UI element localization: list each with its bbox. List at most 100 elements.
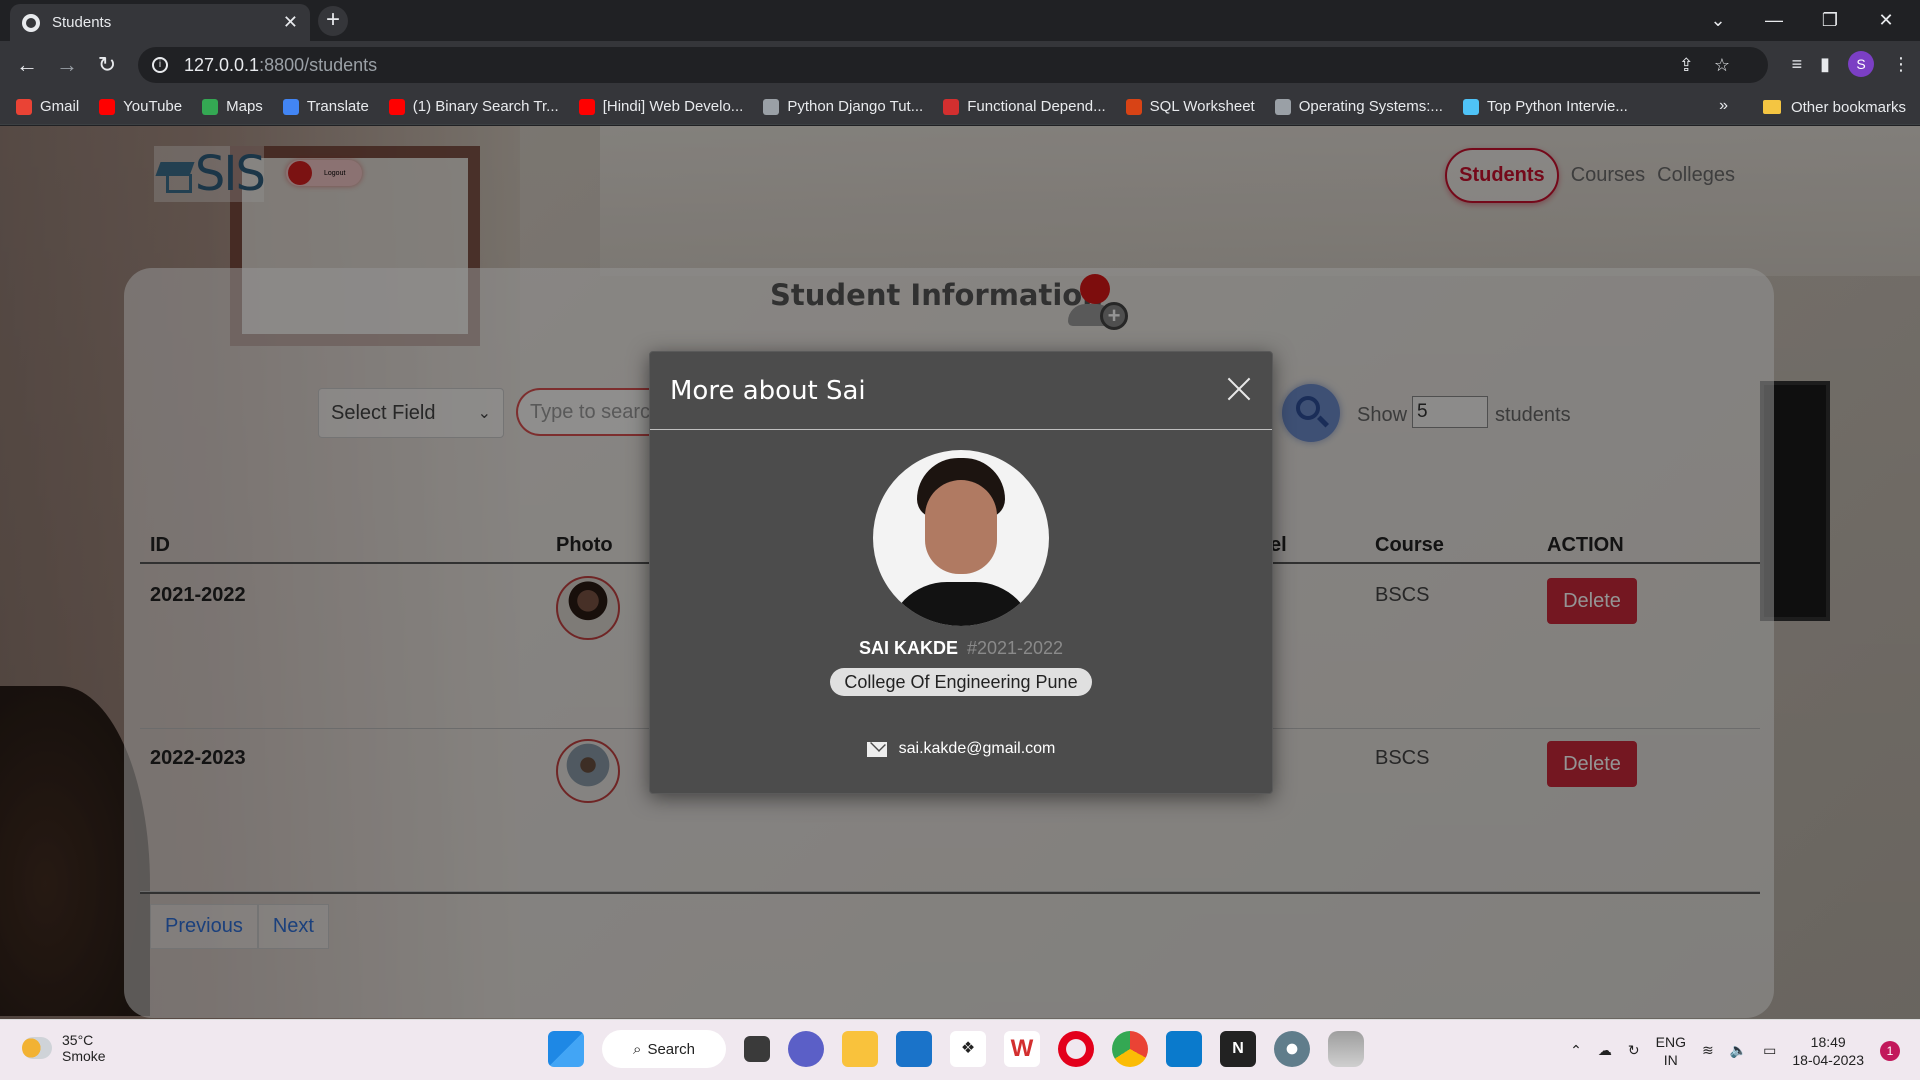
taskbar-apps: ⌕ Search ❖ W N [548, 1030, 1364, 1068]
weather-condition: Smoke [62, 1048, 106, 1064]
bookmark-label: Gmail [40, 98, 80, 115]
bookmark-favicon-icon [1274, 98, 1291, 115]
weather-widget[interactable]: 35°C Smoke [22, 1032, 106, 1064]
dropbox-icon[interactable]: ❖ [950, 1031, 986, 1067]
vscode-icon[interactable] [1166, 1031, 1202, 1067]
reload-button[interactable]: ↻ [93, 51, 121, 79]
wifi-icon[interactable]: ≋ [1702, 1042, 1714, 1059]
wps-office-icon[interactable]: W [1004, 1031, 1040, 1067]
bookmark-item[interactable]: Python Django Tut... [763, 98, 923, 115]
back-button[interactable]: ← [13, 51, 41, 79]
windows-taskbar: 35°C Smoke ⌕ Search ❖ W N ⌃ ☁ ↻ ENG IN ≋… [0, 1019, 1920, 1080]
web-page: SIS Logout Students Courses Colleges Stu… [0, 126, 1920, 1019]
bookmark-favicon-icon [943, 98, 960, 115]
bookmark-favicon-icon [16, 98, 32, 115]
onedrive-icon[interactable]: ☁ [1598, 1042, 1612, 1059]
clock-time: 18:49 [1810, 1033, 1846, 1050]
bookmark-label: YouTube [123, 98, 183, 115]
bookmark-label: Top Python Intervie... [1486, 98, 1628, 115]
tab-search-icon[interactable]: ⌄ [1690, 10, 1746, 31]
restore-button[interactable]: ❐ [1802, 10, 1858, 31]
side-panel-icon[interactable]: ▮ [1820, 54, 1830, 75]
address-bar[interactable]: i 127.0.0.1 :8800/students [138, 47, 1768, 83]
forward-button[interactable]: → [53, 51, 81, 79]
battery-icon[interactable]: ▭ [1763, 1042, 1776, 1059]
site-info-icon[interactable]: i [152, 57, 168, 73]
other-bookmarks-folder[interactable]: Other bookmarks [1762, 89, 1906, 125]
minimize-button[interactable]: — [1746, 10, 1802, 31]
microsoft-store-icon[interactable] [896, 1031, 932, 1067]
menu-icon[interactable]: ⋮ [1892, 54, 1910, 75]
bookmark-item[interactable]: [Hindi] Web Develo... [578, 98, 743, 115]
new-tab-button[interactable]: + [318, 6, 348, 36]
close-window-button[interactable]: ✕ [1858, 10, 1914, 31]
settings-gear-icon[interactable] [1274, 1031, 1310, 1067]
bookmark-label: Functional Depend... [967, 98, 1106, 115]
bookmark-item[interactable]: Gmail [16, 98, 79, 115]
bookmark-label: Maps [226, 98, 263, 115]
bookmark-label: SQL Worksheet [1149, 98, 1255, 115]
search-icon: ⌕ [633, 1040, 642, 1058]
folder-icon [1762, 100, 1781, 114]
share-icon[interactable]: ⇪ [1679, 55, 1694, 76]
bookmark-item[interactable]: Top Python Intervie... [1462, 98, 1628, 115]
task-view-icon[interactable] [744, 1036, 770, 1062]
window-controls: ⌄ — ❐ ✕ [1690, 0, 1914, 41]
url-path: :8800/students [259, 54, 378, 75]
globe-icon [22, 13, 40, 32]
bookmark-item[interactable]: Functional Depend... [943, 98, 1106, 115]
browser-toolbar: ← → ↻ i 127.0.0.1 :8800/students ⇪ ☆ ≡ ▮… [0, 41, 1920, 89]
avatar-shirt [887, 582, 1035, 626]
notification-badge[interactable]: 1 [1880, 1040, 1900, 1061]
lang-code: ENG [1655, 1033, 1686, 1050]
avatar-face [925, 480, 997, 574]
profile-avatar[interactable]: S [1848, 51, 1874, 77]
bookmark-favicon-icon [1462, 98, 1479, 115]
close-icon[interactable] [1224, 374, 1254, 404]
address-bar-actions: ⇪ ☆ [1679, 55, 1730, 76]
taskbar-search-label: Search [647, 1040, 695, 1058]
bookmark-item[interactable]: SQL Worksheet [1125, 98, 1255, 115]
file-explorer-icon[interactable] [842, 1031, 878, 1067]
bookmark-label: Translate [306, 98, 369, 115]
bookmark-item[interactable]: YouTube [99, 98, 182, 115]
bookmark-item[interactable]: Operating Systems:... [1274, 98, 1443, 115]
close-tab-icon[interactable]: ✕ [283, 12, 298, 33]
browser-tab-students[interactable]: Students ✕ [10, 4, 310, 41]
url-host: 127.0.0.1 [184, 54, 260, 75]
temperature: 35°C [62, 1032, 94, 1048]
bookmark-favicon-icon [99, 98, 116, 115]
student-email-line: sai.kakde@gmail.com [650, 740, 1272, 758]
mail-icon [866, 741, 887, 757]
chevron-up-icon[interactable]: ⌃ [1570, 1042, 1582, 1059]
region-code: IN [1663, 1051, 1678, 1068]
language-indicator[interactable]: ENG IN [1656, 1033, 1686, 1069]
college-badge: College Of Engineering Pune [830, 668, 1092, 696]
more-bookmarks-button[interactable]: » [1719, 97, 1728, 115]
clock[interactable]: 18:49 18-04-2023 [1792, 1033, 1864, 1069]
bookmark-star-icon[interactable]: ☆ [1714, 55, 1730, 76]
volume-icon[interactable]: 🔈 [1730, 1042, 1747, 1059]
bookmark-label: (1) Binary Search Tr... [412, 98, 559, 115]
database-icon[interactable] [1328, 1031, 1364, 1067]
bookmark-item[interactable]: Translate [282, 98, 369, 115]
taskbar-search[interactable]: ⌕ Search [602, 1030, 726, 1068]
student-detail-modal: More about Sai SAI KAKDE #2021-2022 Coll… [649, 351, 1273, 794]
student-email[interactable]: sai.kakde@gmail.com [899, 740, 1056, 758]
bookmark-item[interactable]: (1) Binary Search Tr... [388, 98, 559, 115]
student-name: SAI KAKDE [858, 638, 958, 658]
notion-icon[interactable]: N [1220, 1031, 1256, 1067]
opera-icon[interactable] [1058, 1031, 1094, 1067]
teams-chat-icon[interactable] [788, 1031, 824, 1067]
bookmark-item[interactable]: Maps [202, 98, 263, 115]
windows-start-icon[interactable] [548, 1031, 584, 1067]
bookmark-favicon-icon [763, 98, 780, 115]
modal-title: More about Sai [670, 376, 866, 406]
reading-list-icon[interactable]: ≡ [1792, 54, 1803, 75]
modal-header: More about Sai [650, 352, 1272, 430]
chrome-icon[interactable] [1112, 1031, 1148, 1067]
sync-icon[interactable]: ↻ [1628, 1042, 1640, 1059]
bookmark-label: Operating Systems:... [1298, 98, 1443, 115]
student-name-line: SAI KAKDE #2021-2022 [650, 638, 1272, 659]
browser-titlebar: Students ✕ + ⌄ — ❐ ✕ [0, 0, 1920, 41]
